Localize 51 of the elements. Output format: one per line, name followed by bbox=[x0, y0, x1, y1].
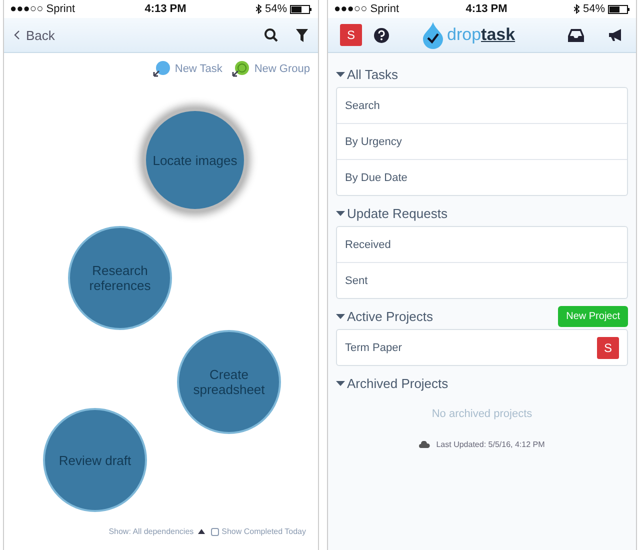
cloud-icon bbox=[419, 441, 430, 448]
search-icon[interactable] bbox=[264, 28, 278, 42]
avatar-button[interactable]: S bbox=[340, 24, 362, 46]
list-item[interactable]: Sent bbox=[345, 274, 368, 286]
chevron-icon bbox=[14, 30, 20, 40]
new-project-button[interactable]: New Project bbox=[558, 306, 628, 326]
caret-icon[interactable] bbox=[336, 210, 345, 216]
list-item[interactable]: Search bbox=[345, 100, 380, 112]
list-item[interactable]: Received bbox=[345, 238, 391, 250]
new-task-icon bbox=[152, 61, 171, 77]
clock-text: 4:13 PM bbox=[466, 3, 508, 15]
caret-icon[interactable] bbox=[336, 380, 345, 386]
logo-text: droptask bbox=[447, 25, 516, 45]
list-item[interactable]: By Urgency bbox=[345, 136, 402, 148]
battery-icon bbox=[608, 4, 630, 14]
battery-text: 54% bbox=[582, 3, 605, 15]
section-heading: Archived Projects bbox=[347, 376, 448, 390]
inbox-icon[interactable] bbox=[568, 28, 584, 42]
new-item-button[interactable]: New Group bbox=[232, 61, 310, 77]
bluetooth-icon bbox=[256, 4, 262, 14]
task-bubble[interactable]: Locate images bbox=[143, 108, 247, 212]
carrier-text: ●●●○○ Sprint bbox=[10, 3, 76, 15]
megaphone-icon[interactable] bbox=[608, 28, 624, 42]
list-item[interactable]: By Due Date bbox=[345, 172, 408, 184]
owner-badge: S bbox=[597, 336, 619, 358]
list-item[interactable]: Term Paper bbox=[345, 342, 402, 354]
task-bubble[interactable]: Create spreadsheet bbox=[177, 330, 281, 434]
battery-text: 54% bbox=[264, 3, 287, 15]
back-button[interactable]: Back bbox=[14, 28, 55, 42]
water-drop-check-icon bbox=[421, 21, 445, 49]
checkbox-label: Show Completed Today bbox=[222, 527, 306, 536]
carrier-text: ●●●○○ Sprint bbox=[334, 3, 400, 15]
caret-icon[interactable] bbox=[336, 314, 345, 318]
section-heading: Active Projects bbox=[347, 308, 433, 324]
help-icon[interactable] bbox=[374, 28, 389, 42]
task-bubble[interactable]: Research references bbox=[68, 226, 172, 330]
dependencies-dropdown[interactable]: Show: All dependencies bbox=[108, 527, 205, 536]
new-group-icon bbox=[232, 61, 250, 77]
caret-icon[interactable] bbox=[336, 72, 345, 76]
section-heading: All Tasks bbox=[347, 66, 398, 82]
bluetooth-icon bbox=[574, 4, 580, 14]
clock-text: 4:13 PM bbox=[144, 3, 186, 15]
task-bubble[interactable]: Review draft bbox=[43, 408, 147, 512]
last-updated-text: Last Updated: 5/5/16, 4:12 PM bbox=[436, 440, 545, 449]
new-item-button[interactable]: New Task bbox=[152, 61, 222, 77]
filter-icon[interactable] bbox=[296, 28, 308, 42]
caret-icon bbox=[198, 529, 205, 534]
battery-icon bbox=[290, 4, 312, 14]
section-heading: Update Requests bbox=[347, 206, 448, 220]
checkbox[interactable] bbox=[210, 528, 219, 536]
empty-message: No archived projects bbox=[430, 407, 534, 422]
